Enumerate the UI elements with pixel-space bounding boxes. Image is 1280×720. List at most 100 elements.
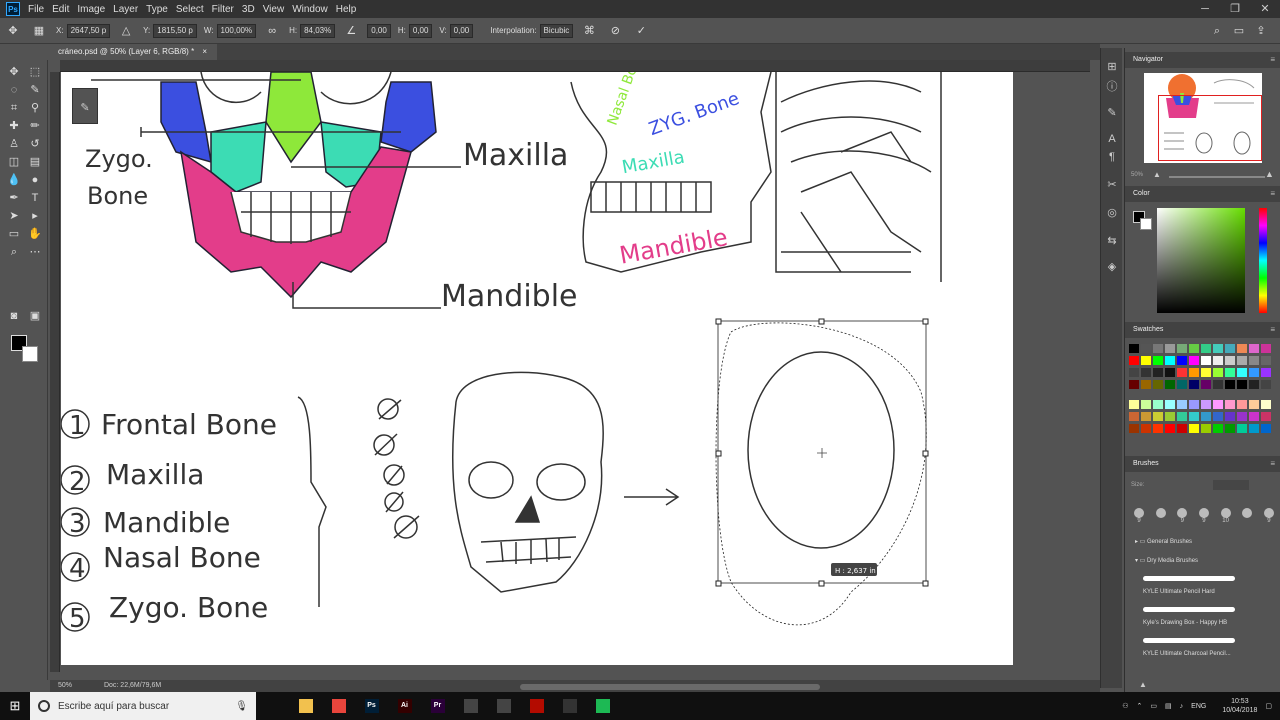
navigator-panel-header[interactable]: Navigator ≡	[1125, 52, 1280, 68]
brush-tip[interactable]: 9	[1131, 508, 1147, 526]
color-swatch[interactable]	[1201, 344, 1211, 353]
color-swatch[interactable]	[1201, 380, 1211, 389]
color-swatch[interactable]	[1225, 368, 1235, 377]
notifications-icon[interactable]: ▢	[1265, 702, 1272, 710]
direct-select-tool-icon[interactable]: ▸	[27, 208, 43, 224]
history-brush-tool-icon[interactable]: ↺	[27, 136, 43, 152]
brush-size-field[interactable]	[1213, 480, 1249, 490]
color-swatch[interactable]	[1261, 424, 1271, 433]
brush-tool-icon[interactable]: ✏	[27, 118, 43, 134]
brush-group-dry-media[interactable]: ▾ ▭ Dry Media Brushes	[1135, 557, 1198, 564]
workspace-icon[interactable]: ▭	[1232, 24, 1246, 38]
brush-tip[interactable]: 9	[1196, 508, 1212, 526]
marquee-tool-icon[interactable]: ⬚	[27, 64, 43, 80]
eraser-tool-icon[interactable]: ◫	[6, 154, 22, 170]
document-tab[interactable]: cráneo.psd @ 50% (Layer 6, RGB/8) * ×	[52, 44, 218, 60]
color-swatch[interactable]	[1249, 380, 1259, 389]
brush-settings-icon[interactable]: ✎	[1105, 106, 1119, 120]
color-swatch[interactable]	[1165, 380, 1175, 389]
taskbar-app-chrome[interactable]	[322, 692, 355, 720]
menu-filter[interactable]: Filter	[212, 4, 242, 15]
color-swatch[interactable]	[1189, 424, 1199, 433]
status-zoom[interactable]: 50%	[58, 682, 72, 689]
floating-tool-panel[interactable]: ✎	[72, 88, 98, 124]
brushes-panel-header[interactable]: Brushes ≡	[1125, 456, 1280, 472]
color-swatch[interactable]	[1213, 400, 1223, 409]
color-swatch[interactable]	[1129, 424, 1139, 433]
rectangle-tool-icon[interactable]: ▭	[6, 226, 22, 242]
layers-icon[interactable]: ◈	[1105, 260, 1119, 274]
navigator-view-rect[interactable]	[1158, 95, 1262, 161]
color-swatch[interactable]	[1201, 424, 1211, 433]
color-swatch[interactable]	[1129, 380, 1139, 389]
menu-view[interactable]: View	[263, 4, 293, 15]
taskbar-search[interactable]: Escribe aquí para buscar 🎙	[30, 692, 256, 720]
cancel-transform-icon[interactable]: ⊘	[608, 24, 622, 38]
color-swatch[interactable]	[1249, 368, 1259, 377]
hue-slider[interactable]	[1259, 208, 1267, 313]
link-icon[interactable]: ∞	[265, 24, 279, 38]
color-swatch[interactable]	[1129, 412, 1139, 421]
color-swatch[interactable]	[1213, 424, 1223, 433]
color-swatch[interactable]	[1153, 380, 1163, 389]
character-icon[interactable]: A	[1105, 132, 1119, 146]
menu-edit[interactable]: Edit	[52, 4, 77, 15]
color-swatch[interactable]	[1249, 412, 1259, 421]
vertical-ruler[interactable]	[50, 72, 60, 672]
clone-stamp-tool-icon[interactable]: ♙	[6, 136, 22, 152]
gradient-tool-icon[interactable]: ▤	[27, 154, 43, 170]
brush-tip[interactable]: 10	[1218, 508, 1234, 526]
y-field[interactable]: 1815,50 p	[153, 23, 197, 38]
color-swatch[interactable]	[1201, 368, 1211, 377]
battery-icon[interactable]: ▭	[1150, 702, 1157, 710]
color-swatch[interactable]	[1153, 368, 1163, 377]
color-swatch[interactable]	[1141, 412, 1151, 421]
color-swatch[interactable]	[1141, 380, 1151, 389]
x-field[interactable]: 2647,50 p	[66, 23, 111, 38]
color-swatch[interactable]	[1201, 356, 1211, 365]
horizontal-scrollbar[interactable]	[520, 684, 820, 690]
warp-icon[interactable]: ⌘	[582, 24, 596, 38]
interpolation-select[interactable]: Bicubic	[539, 23, 574, 38]
swatches-panel-header[interactable]: Swatches ≡	[1125, 322, 1280, 338]
color-swatch[interactable]	[1189, 400, 1199, 409]
color-swatch[interactable]	[1237, 368, 1247, 377]
close-icon[interactable]: ✕	[1250, 0, 1280, 18]
styles-icon[interactable]: ◎	[1105, 206, 1119, 220]
quick-select-tool-icon[interactable]: ✎	[27, 82, 43, 98]
width-field[interactable]: 100,00%	[216, 23, 257, 38]
brush-preset-icon[interactable]: ✎	[73, 101, 97, 114]
move-tool-preset-icon[interactable]: ✥	[6, 24, 20, 38]
menu-window[interactable]: Window	[292, 4, 336, 15]
color-swatch[interactable]	[1213, 356, 1223, 365]
healing-tool-icon[interactable]: ✚	[6, 118, 22, 134]
color-swatch[interactable]	[1237, 380, 1247, 389]
color-swatch[interactable]	[1177, 380, 1187, 389]
color-swatch[interactable]	[1129, 356, 1139, 365]
path-select-tool-icon[interactable]: ➤	[6, 208, 22, 224]
taskbar-app-app-generic-1[interactable]	[454, 692, 487, 720]
navigator-thumbnail[interactable]	[1144, 73, 1262, 163]
menu-type[interactable]: Type	[146, 4, 176, 15]
color-swatch[interactable]	[1153, 424, 1163, 433]
color-swatch[interactable]	[1225, 400, 1235, 409]
color-swatch[interactable]	[1165, 412, 1175, 421]
info-icon[interactable]: ⓘ	[1105, 80, 1119, 94]
navigator-zoom[interactable]: 50%	[1131, 172, 1143, 178]
color-swatch[interactable]	[1225, 380, 1235, 389]
color-swatch[interactable]	[1225, 424, 1235, 433]
color-swatch[interactable]	[1213, 380, 1223, 389]
color-swatch[interactable]	[1177, 356, 1187, 365]
color-menu-icon[interactable]: ≡	[1270, 186, 1275, 202]
adjustments-icon[interactable]: ⇆	[1105, 234, 1119, 248]
paragraph-icon[interactable]: ¶	[1105, 150, 1119, 164]
height-field[interactable]: 84,03%	[300, 23, 336, 38]
color-swatch[interactable]	[1261, 412, 1271, 421]
share-icon[interactable]: ⇪	[1254, 24, 1268, 38]
brush-size-slider-icon[interactable]: ▲	[1139, 680, 1147, 689]
color-background-swatch[interactable]	[1140, 218, 1152, 230]
color-swatch[interactable]	[1261, 344, 1271, 353]
color-panel-header[interactable]: Color ≡	[1125, 186, 1280, 202]
taskbar-app-spotify[interactable]	[586, 692, 619, 720]
zoom-tool-icon[interactable]: ⌕	[6, 244, 22, 260]
